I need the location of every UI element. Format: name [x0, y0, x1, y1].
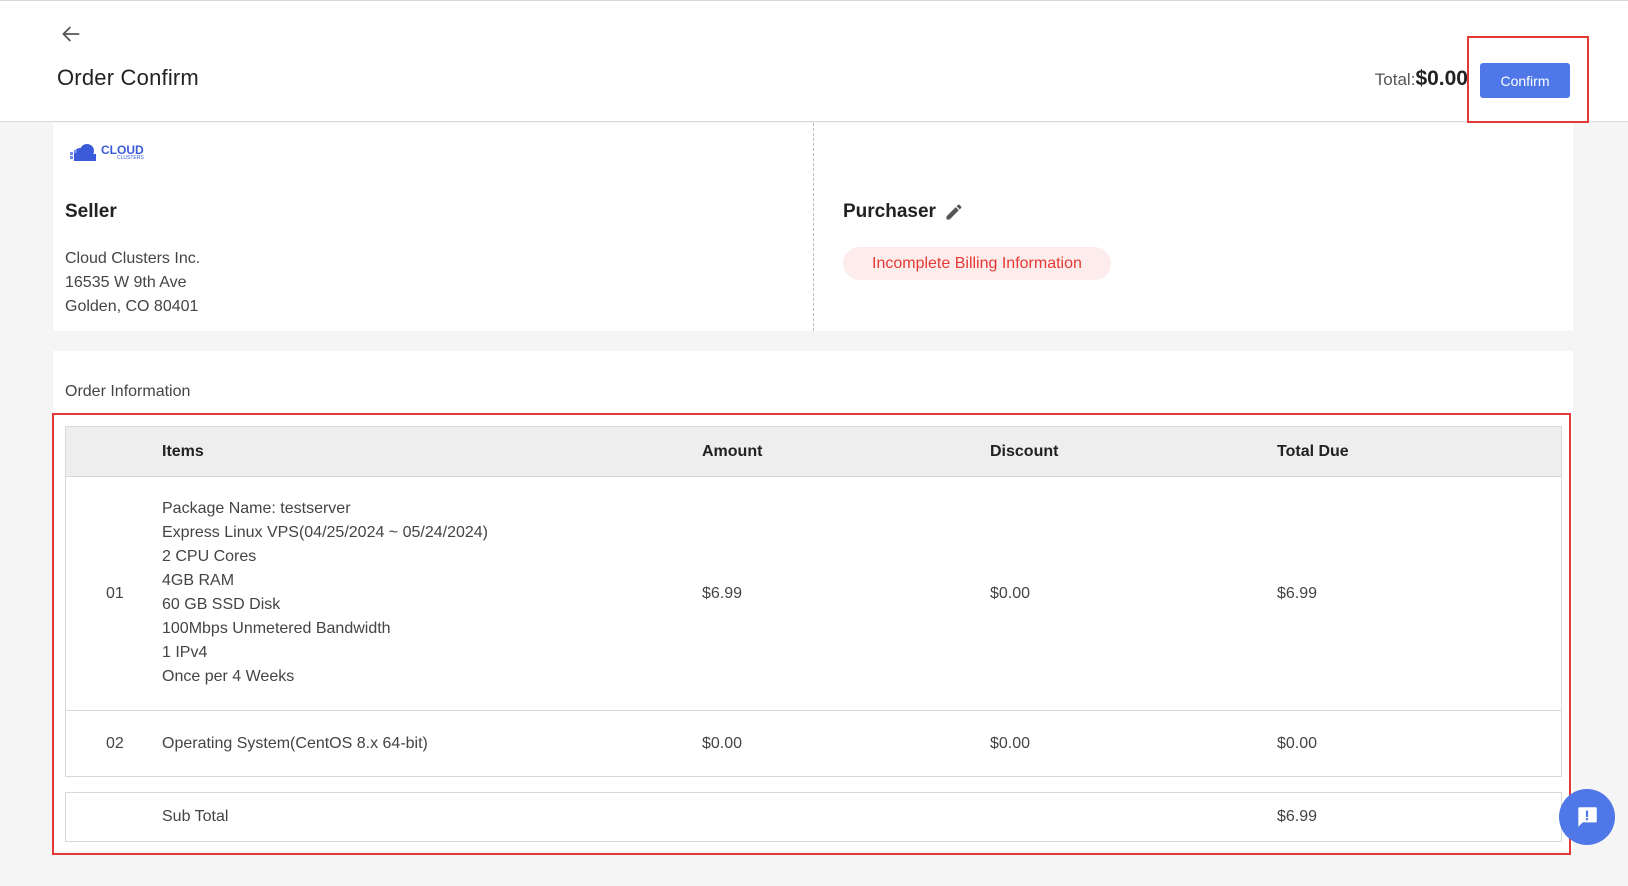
column-header-discount: Discount	[990, 442, 1059, 460]
top-bar: Order Confirm Total: $0.00 Confirm	[0, 0, 1628, 122]
cloud-clusters-logo: CLOUD CLUSTERS	[69, 143, 144, 163]
item-line: 1 IPv4	[162, 644, 208, 661]
purchaser-heading: Purchaser	[843, 201, 964, 223]
billing-status-badge[interactable]: Incomplete Billing Information	[843, 247, 1111, 280]
item-line: 2 CPU Cores	[162, 548, 257, 565]
seller-name: Cloud Clusters Inc.	[65, 250, 201, 267]
purchaser-title: Purchaser	[843, 201, 936, 222]
column-header-amount: Amount	[702, 442, 763, 460]
item-description: Operating System(CentOS 8.x 64-bit)	[162, 734, 428, 752]
order-information-title: Order Information	[65, 383, 191, 400]
total-due-cell: $0.00	[1277, 734, 1318, 752]
order-table: Items Amount Discount Total Due 01 Packa…	[65, 426, 1562, 777]
discount-cell: $0.00	[990, 734, 1031, 752]
row-number: 01	[106, 584, 124, 602]
amount-cell: $0.00	[702, 734, 743, 752]
item-line: Express Linux VPS(04/25/2024 ~ 05/24/202…	[162, 524, 488, 541]
pencil-icon[interactable]	[944, 202, 964, 222]
party-panel: CLOUD CLUSTERS Seller Cloud Clusters Inc…	[53, 123, 1573, 331]
item-line: Package Name: testserver	[162, 500, 351, 517]
item-description: Package Name: testserver Express Linux V…	[162, 497, 488, 689]
subtotal-row: Sub Total $6.99	[65, 792, 1562, 842]
total-label: Total:	[1374, 70, 1416, 89]
order-information-panel: Order Information Items Amount Discount …	[53, 351, 1573, 851]
page-title: Order Confirm	[57, 65, 199, 90]
item-line: Once per 4 Weeks	[162, 668, 295, 685]
discount-cell: $0.00	[990, 584, 1031, 602]
row-number: 02	[106, 734, 124, 752]
item-line: 60 GB SSD Disk	[162, 596, 281, 613]
seller-address: Cloud Clusters Inc. 16535 W 9th Ave Gold…	[65, 247, 200, 319]
seller-title: Seller	[65, 201, 117, 222]
panel-divider	[813, 123, 814, 331]
table-row: 01 Package Name: testserver Express Linu…	[66, 477, 1561, 711]
table-header: Items Amount Discount Total Due	[66, 427, 1561, 477]
item-line: 4GB RAM	[162, 572, 235, 589]
subtotal-value: $6.99	[1277, 808, 1318, 825]
total-due-cell: $6.99	[1277, 584, 1318, 602]
arrow-left-icon[interactable]	[58, 21, 84, 47]
column-header-items: Items	[162, 442, 204, 460]
order-total: Total: $0.00	[1375, 67, 1468, 91]
seller-street: 16535 W 9th Ave	[65, 274, 187, 291]
column-header-total-due: Total Due	[1277, 442, 1349, 460]
table-row: 02 Operating System(CentOS 8.x 64-bit) $…	[66, 711, 1561, 776]
confirm-button[interactable]: Confirm	[1480, 63, 1570, 98]
total-value: $0.00	[1415, 67, 1468, 90]
subtotal-label: Sub Total	[162, 808, 229, 825]
seller-city: Golden, CO 80401	[65, 298, 199, 315]
item-line: 100Mbps Unmetered Bandwidth	[162, 620, 391, 637]
amount-cell: $6.99	[702, 584, 743, 602]
chat-alert-icon[interactable]	[1559, 789, 1615, 845]
